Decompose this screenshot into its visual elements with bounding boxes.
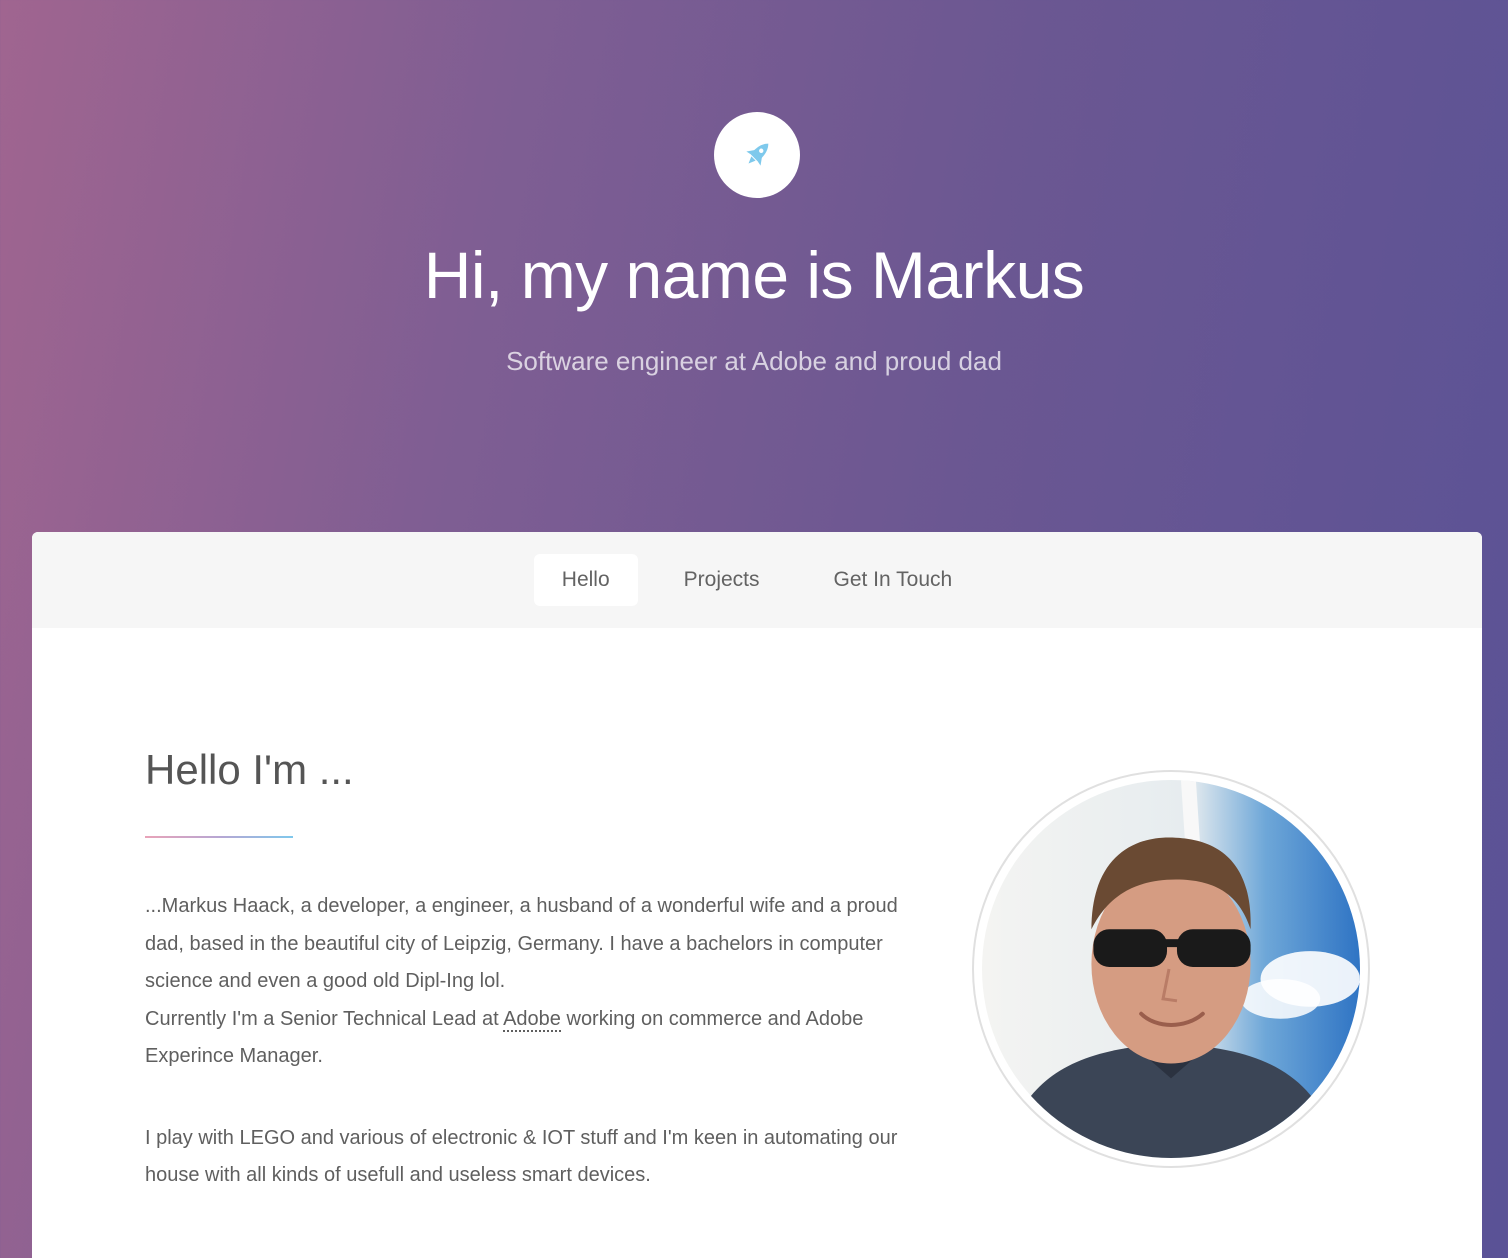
heading-divider — [145, 836, 293, 838]
intro-heading: Hello I'm ... — [145, 746, 354, 793]
avatar — [972, 770, 1370, 1168]
rocket-icon — [746, 143, 769, 166]
main-card: Hello Projects Get In Touch Hello I'm ..… — [32, 532, 1482, 1258]
intro-paragraph-1: ...Markus Haack, a developer, a engineer… — [145, 888, 905, 1076]
intro-text-b: Currently I'm a Senior Technical Lead at — [145, 1007, 504, 1030]
intro-paragraph-2: I play with LEGO and various of electron… — [145, 1126, 898, 1187]
section-nav: Hello Projects Get In Touch — [32, 532, 1482, 628]
nav-item-projects[interactable]: Projects — [656, 554, 788, 606]
page-subtitle: Software engineer at Adobe and proud dad — [506, 346, 1002, 376]
logo-badge — [714, 112, 800, 198]
nav-item-hello[interactable]: Hello — [533, 554, 638, 606]
profile-photo — [982, 780, 1360, 1158]
intro-text-a: ...Markus Haack, a developer, a engineer… — [145, 895, 898, 992]
page-title: Hi, my name is Markus — [423, 238, 1085, 312]
intro-section: Hello I'm ... ...Markus Haack, a develop… — [145, 742, 905, 1195]
adobe-link[interactable]: Adobe — [503, 1007, 561, 1032]
hero-header: Hi, my name is Markus Software engineer … — [0, 0, 1508, 532]
nav-item-get-in-touch[interactable]: Get In Touch — [806, 554, 981, 606]
